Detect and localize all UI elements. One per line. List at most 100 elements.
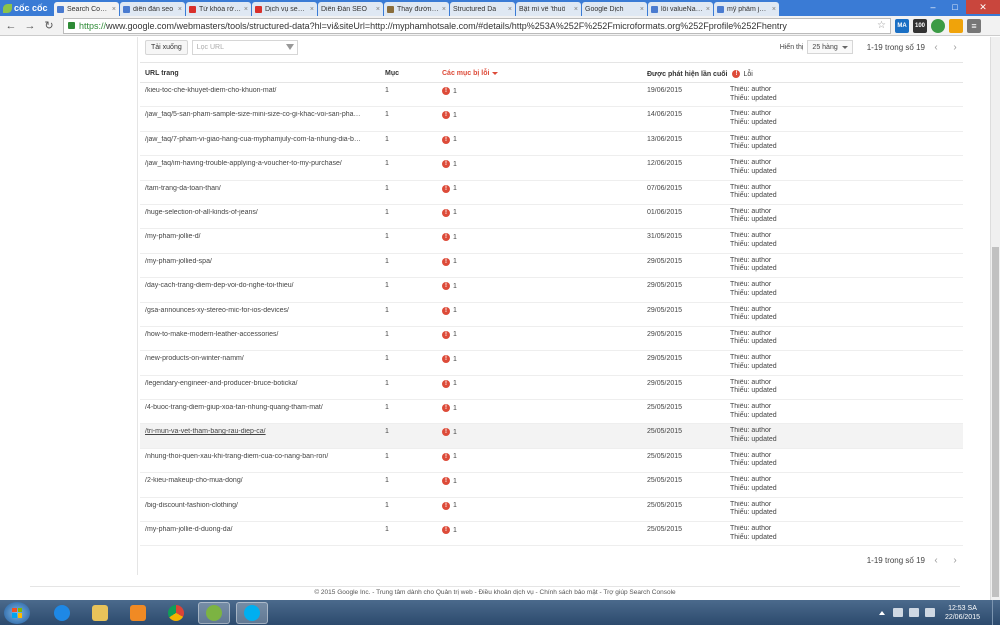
table-row[interactable]: /tam-trang-da-toan-than/1! 1 07/06/2015 Thi… [140, 181, 963, 205]
back-button[interactable]: ← [3, 18, 19, 34]
filter-icon[interactable] [285, 44, 294, 50]
row-url-link[interactable]: /day-cach-trang-diem-dep-voi-do-nghe-toi… [145, 282, 383, 289]
browser-tab[interactable]: Structured Da × [0, 2, 515, 44]
row-url-link[interactable]: /new-products-on-winter-namm/ [145, 355, 383, 362]
taskbar-app-button[interactable] [122, 602, 154, 624]
row-url-link[interactable]: /my-pham-jollie-d/ [145, 233, 383, 240]
clock[interactable]: 12:53 SA 22/06/2015 [945, 604, 980, 622]
close-window-button[interactable]: ✕ [966, 0, 1000, 14]
table-row[interactable]: /jaw_faq/5-san-pham-sample-size-mini-siz… [140, 107, 963, 132]
extension-ma-icon[interactable]: MA [895, 18, 909, 33]
close-tab-icon[interactable]: × [704, 6, 710, 13]
table-row[interactable]: /my-pham-jollie-d-duong-da/1! 1 25/05/2015… [140, 522, 963, 547]
page-scrollbar[interactable] [990, 37, 1000, 600]
table-row[interactable]: /gsa-announces-xy-stereo-mic-for-ios-dev… [140, 303, 963, 327]
close-tab-icon[interactable]: × [440, 6, 446, 13]
table-row[interactable]: /my-pham-jollied-spa/1! 1 29/05/2015 Thiếu:… [140, 254, 963, 279]
close-tab-icon[interactable]: × [572, 6, 578, 13]
taskbar-app-button[interactable] [46, 602, 78, 624]
row-url-link[interactable]: /how-to-make-modern-leather-accessories/ [145, 331, 383, 338]
prev-page-button[interactable]: ‹ [928, 40, 944, 54]
browser-tab[interactable]: Thay đường d × [384, 2, 449, 16]
browser-tab[interactable]: Search Console× [54, 2, 119, 16]
table-row[interactable]: /big-discount-fashion-clothing/1! 1 25/05/… [140, 498, 963, 523]
start-button[interactable] [4, 601, 30, 624]
close-tab-icon[interactable]: × [506, 6, 512, 13]
row-url-link[interactable]: /jaw_faq/7-pham-vi-giao-hang-cua-myphamj… [145, 136, 383, 143]
show-desktop-button[interactable] [992, 600, 1000, 625]
table-row[interactable]: /huge-selection-of-all-kinds-of-jeans/1!… [140, 205, 963, 230]
browser-tab[interactable]: Diễn Đàn SEO × [0, 2, 383, 44]
table-row[interactable]: /kieu-toc-che-khuyet-diem-cho-khuon-mat/… [140, 83, 963, 108]
address-bar[interactable]: https://www.google.com/webmasters/tools/… [63, 17, 891, 34]
rows-per-page-select[interactable]: 25 hàng [807, 40, 853, 54]
table-row[interactable]: /jaw_faq/im-having-trouble-applying-a-vo… [140, 156, 963, 181]
row-url-link[interactable]: /jaw_faq/5-san-pham-sample-size-mini-siz… [145, 111, 383, 118]
table-row[interactable]: /my-pham-jollie-d/1! 1 31/05/2015 Thiếu: au… [140, 229, 963, 254]
row-url-link[interactable]: /2-kieu-makeup-cho-mua-dong/ [145, 477, 383, 484]
volume-tray-icon[interactable] [924, 608, 935, 617]
row-url-link[interactable]: /tam-trang-da-toan-than/ [145, 185, 383, 192]
browser-tab[interactable]: Google Dịch × [0, 2, 647, 44]
table-row[interactable]: /day-cach-trang-diem-dep-voi-do-nghe-toi… [140, 278, 963, 303]
browser-tab[interactable]: lỗi valueName × [648, 2, 713, 16]
row-url-link[interactable]: /big-discount-fashion-clothing/ [145, 502, 383, 509]
row-url-link[interactable]: /kieu-toc-che-khuyet-diem-cho-khuon-mat/ [145, 87, 383, 94]
close-tab-icon[interactable]: × [176, 6, 182, 13]
extension-100-icon[interactable]: 100 [913, 18, 927, 33]
menu-icon[interactable]: ≡ [967, 18, 981, 33]
table-row[interactable]: /how-to-make-modern-leather-accessories/… [140, 327, 963, 352]
scrollbar-thumb[interactable] [992, 247, 999, 597]
show-hidden-icons-icon[interactable] [878, 610, 885, 615]
close-tab-icon[interactable]: × [110, 6, 116, 13]
row-url-link[interactable]: /my-pham-jollie-d-duong-da/ [145, 526, 383, 533]
browser-tab[interactable]: Từ khóa rớt m × [186, 2, 251, 16]
bookmark-star-icon[interactable]: ☆ [877, 20, 886, 31]
extension-green-icon[interactable] [931, 18, 945, 33]
maximize-button[interactable]: □ [944, 0, 966, 14]
col-header-items[interactable]: Mục [385, 70, 399, 77]
browser-tab[interactable]: Dịch vụ seo, D × [252, 2, 317, 16]
row-url-link[interactable]: /gsa-announces-xy-stereo-mic-for-ios-dev… [145, 307, 383, 314]
close-tab-icon[interactable]: × [770, 6, 776, 13]
close-tab-icon[interactable]: × [638, 6, 644, 13]
row-url-link[interactable]: /huge-selection-of-all-kinds-of-jeans/ [145, 209, 383, 216]
close-tab-icon[interactable]: × [242, 6, 248, 13]
col-header-url[interactable]: URL trang [145, 70, 179, 77]
forward-button[interactable]: → [22, 18, 38, 34]
table-row[interactable]: /legendary-engineer-and-producer-bruce-b… [140, 376, 963, 401]
row-url-link[interactable]: /nhung-thoi-quen-xau-khi-trang-diem-cua-… [145, 453, 383, 460]
col-header-error-items[interactable]: Các mục bị lỗi [442, 70, 499, 77]
taskbar-app-button[interactable] [236, 601, 268, 624]
row-url-link[interactable]: /jaw_faq/im-having-trouble-applying-a-vo… [145, 160, 383, 167]
table-row[interactable]: /2-kieu-makeup-cho-mua-dong/1! 1 25/05/201… [140, 473, 963, 498]
browser-tab[interactable]: Bật mí về 'thuố × [0, 2, 581, 44]
network-tray-icon[interactable] [908, 608, 919, 617]
coccoc-logo[interactable]: cốc cốc [0, 0, 54, 16]
minimize-button[interactable]: – [922, 0, 944, 14]
table-row[interactable]: /tri-mun-va-vet-tham-bang-rau-diep-ca/1!… [140, 424, 963, 449]
extension-orange-icon[interactable] [949, 18, 963, 33]
table-row[interactable]: /nhung-thoi-quen-xau-khi-trang-diem-cua-… [140, 449, 963, 474]
table-row[interactable]: /new-products-on-winter-namm/1! 1 29/05/20… [140, 351, 963, 376]
next-page-button[interactable]: › [947, 40, 963, 54]
browser-tab[interactable]: diễn đàn seo × [120, 2, 185, 16]
row-url-link[interactable]: /4-buoc-trang-diem-giup-xoa-tan-nhung-qu… [145, 404, 383, 411]
url-filter-input[interactable]: Lọc URL [191, 39, 298, 55]
col-header-detected[interactable]: Được phát hiện lần cuối! Lỗi [647, 70, 753, 78]
taskbar-app-button[interactable] [160, 602, 192, 624]
table-row[interactable]: /jaw_faq/7-pham-vi-giao-hang-cua-myphamj… [140, 132, 963, 157]
reload-button[interactable]: ↻ [41, 18, 57, 34]
browser-tab[interactable]: mỹ phẩm jollie × [714, 2, 779, 16]
taskbar-app-button[interactable] [198, 601, 230, 624]
row-url-link[interactable]: /my-pham-jollied-spa/ [145, 258, 383, 265]
bottom-prev-page-button[interactable]: ‹ [928, 553, 944, 567]
table-row[interactable]: /4-buoc-trang-diem-giup-xoa-tan-nhung-qu… [140, 400, 963, 425]
close-tab-icon[interactable]: × [374, 6, 380, 13]
close-tab-icon[interactable]: × [308, 6, 314, 13]
row-url-link[interactable]: /tri-mun-va-vet-tham-bang-rau-diep-ca/ [145, 428, 383, 435]
bottom-next-page-button[interactable]: › [947, 553, 963, 567]
flag-tray-icon[interactable] [892, 608, 903, 617]
row-url-link[interactable]: /legendary-engineer-and-producer-bruce-b… [145, 380, 383, 387]
taskbar-app-button[interactable] [84, 602, 116, 624]
